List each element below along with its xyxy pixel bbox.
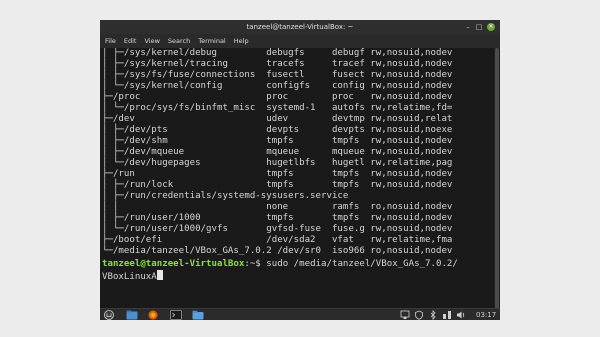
text-cursor <box>156 270 163 280</box>
menu-help[interactable]: Help <box>234 34 249 48</box>
terminal-scrollbar[interactable] <box>494 48 500 310</box>
network-icon[interactable] <box>400 310 410 320</box>
prompt-line: tanzeel@tanzeel-VirtualBox:~$ sudo /medi… <box>102 259 458 270</box>
terminal-line: │ ├─/dev/pts devpts devpts rw,nosuid,noe… <box>102 125 453 135</box>
volume-icon[interactable] <box>456 310 466 320</box>
taskbar: 03:17 <box>100 308 500 320</box>
terminal-line: │ ├─/run/lock tmpfs tmpfs rw,nosuid,node… <box>102 180 453 190</box>
terminal-line: │ └─/proc/sys/fs/binfmt_misc systemd-1 a… <box>102 103 453 113</box>
terminal-icon[interactable] <box>170 310 182 320</box>
scrollbar-thumb[interactable] <box>495 48 499 310</box>
terminal-line: ├─/proc proc proc rw,nosuid,nodev <box>102 92 453 102</box>
folder-icon[interactable] <box>192 310 204 320</box>
menu-file[interactable]: File <box>105 34 116 48</box>
menu-terminal[interactable]: Terminal <box>198 34 225 48</box>
terminal-line: │ ├─/sys/fs/fuse/connections fusectl fus… <box>102 70 453 80</box>
terminal-line: │ ├─/sys/kernel/debug debugfs debugf rw,… <box>102 48 453 58</box>
command-text-wrap: VBoxLinuxA <box>102 272 157 282</box>
vm-screen: tanzeel@tanzeel-VirtualBox: ~ – □ ✕ File… <box>100 20 500 320</box>
window-title: tanzeel@tanzeel-VirtualBox: ~ <box>246 23 354 31</box>
close-button[interactable]: ✕ <box>487 23 495 31</box>
terminal-line: ├─/dev udev devtmp rw,nosuid,relat <box>102 114 453 124</box>
terminal-line: └─/media/tanzeel/VBox_GAs_7.0.2 /dev/sr0… <box>102 246 453 256</box>
terminal-line: │ └─/run/user/1000/gvfs gvfsd-fuse fuse.… <box>102 224 453 234</box>
minimize-button[interactable]: – <box>464 23 472 31</box>
terminal-line: │ ├─/run/credentials/systemd-sysusers.se… <box>102 191 349 201</box>
terminal-line: │ ├─/sys/kernel/tracing tracefs tracef r… <box>102 59 453 69</box>
terminal-output[interactable]: │ ├─/sys/kernel/debug debugfs debugf rw,… <box>100 48 494 310</box>
prompt-continuation: VBoxLinuxA <box>102 270 163 282</box>
prompt-suffix: :~$ <box>244 259 267 269</box>
menu-search[interactable]: Search <box>168 34 190 48</box>
terminal-line: │ └─/dev/hugepages hugetlbfs hugetl rw,r… <box>102 158 453 168</box>
menu-view[interactable]: View <box>144 34 159 48</box>
command-text: sudo /media/tanzeel/VBox_GAs_7.0.2/ <box>266 259 458 269</box>
terminal-line: ├─/run tmpfs tmpfs rw,nosuid,nodev <box>102 169 453 179</box>
menu-bar: File Edit View Search Terminal Help <box>100 34 500 48</box>
files-icon[interactable] <box>126 310 138 320</box>
network-connection-icon[interactable] <box>442 310 452 320</box>
terminal-line: │ ├─/dev/mqueue mqueue mqueue rw,nosuid,… <box>102 147 453 157</box>
prompt-user: tanzeel@tanzeel-VirtualBox <box>102 259 245 269</box>
terminal-line: │ └─/sys/kernel/config configfs config r… <box>102 81 453 91</box>
menu-edit[interactable]: Edit <box>124 34 137 48</box>
clock[interactable]: 03:17 <box>476 309 496 320</box>
menu-icon[interactable] <box>104 310 114 320</box>
terminal-line: ├─/boot/efi /dev/sda2 vfat rw,relatime,f… <box>102 235 453 245</box>
shield-icon[interactable] <box>414 310 424 320</box>
terminal-titlebar: tanzeel@tanzeel-VirtualBox: ~ – □ ✕ <box>100 20 500 34</box>
terminal-line: │ ├─/dev/shm tmpfs tmpfs rw,nosuid,nodev <box>102 136 453 146</box>
maximize-button[interactable]: □ <box>475 23 483 31</box>
terminal-line: │ ├─/run/user/1000 tmpfs tmpfs rw,nosuid… <box>102 213 453 223</box>
firefox-icon[interactable] <box>148 310 158 320</box>
terminal-line: │ │ none ramfs ro,nosuid,nodev <box>102 202 453 212</box>
bluetooth-icon[interactable] <box>428 310 438 320</box>
